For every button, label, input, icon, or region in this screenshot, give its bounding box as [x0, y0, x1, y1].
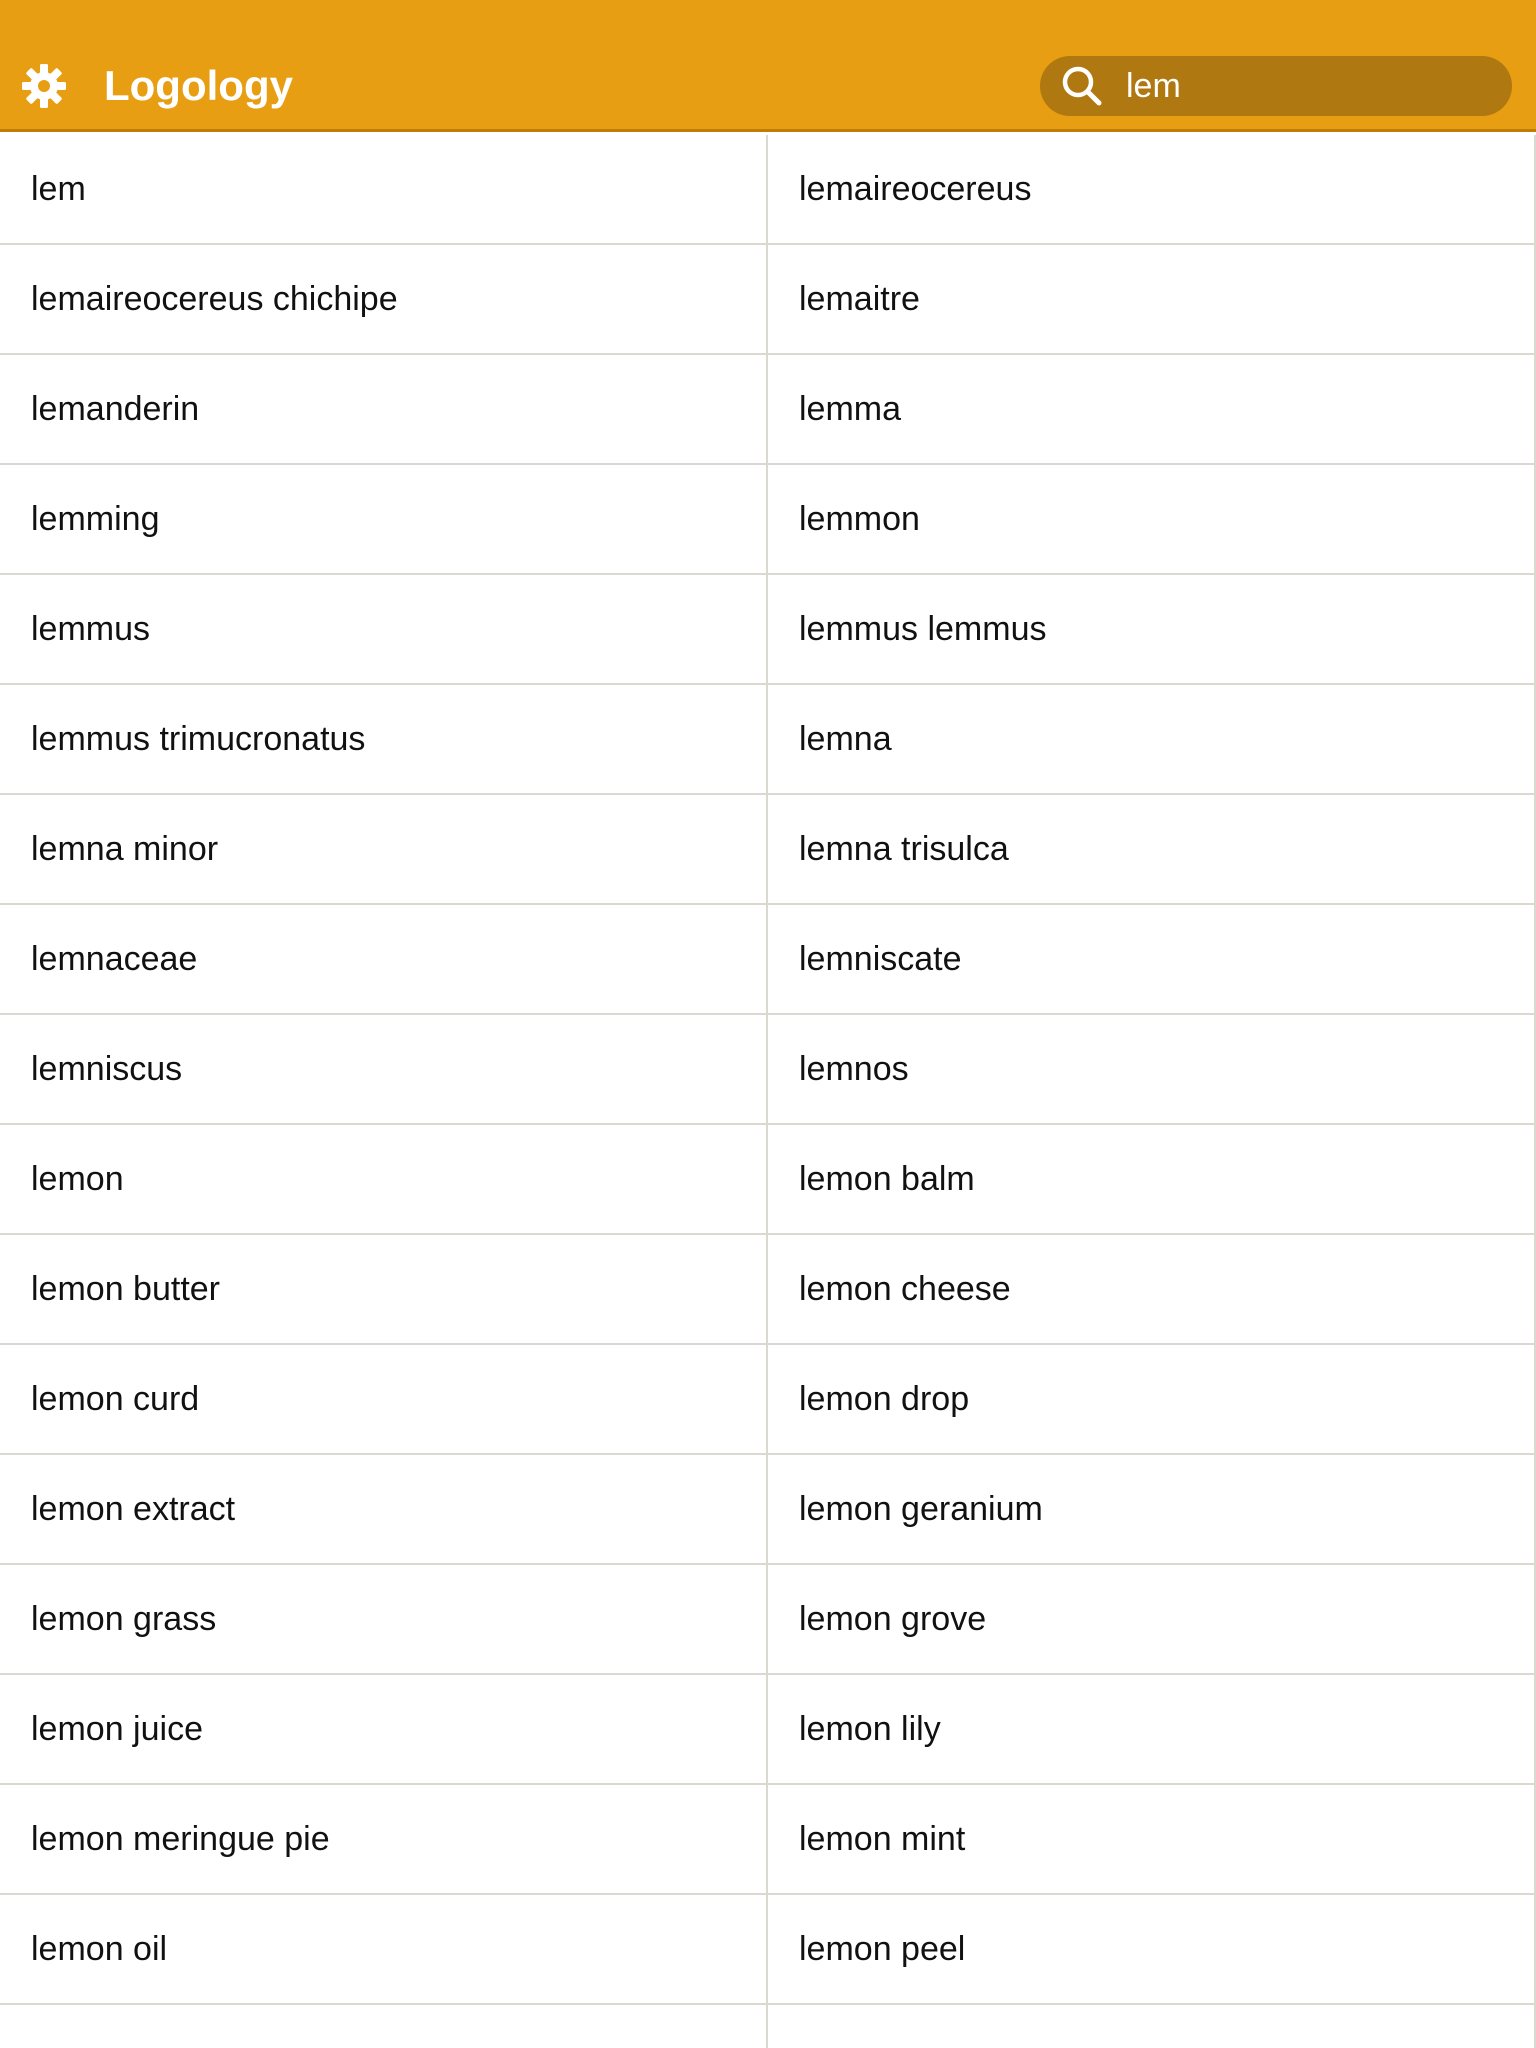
search-icon	[1060, 64, 1104, 108]
result-item[interactable]: lemmus lemmus	[768, 575, 1536, 685]
result-item[interactable]: lemmus	[0, 575, 768, 685]
result-item[interactable]: lemon oil	[0, 1895, 768, 2005]
result-item[interactable]: lemanderin	[0, 355, 768, 465]
app-header: Logology	[0, 0, 1536, 132]
result-item[interactable]: lemniscus	[0, 1015, 768, 1125]
result-item[interactable]: lem	[0, 135, 768, 245]
result-item[interactable]: lemon peel	[768, 1895, 1536, 2005]
app-title: Logology	[104, 62, 293, 109]
result-item[interactable]: lemon butter	[0, 1235, 768, 1345]
result-item[interactable]: lemma	[768, 355, 1536, 465]
result-item[interactable]: lemon curd	[0, 1345, 768, 1455]
result-item[interactable]: lemon grass	[0, 1565, 768, 1675]
result-item[interactable]: lemmus trimucronatus	[0, 685, 768, 795]
result-item[interactable]: lemon	[0, 1125, 768, 1235]
gear-icon[interactable]	[20, 62, 68, 110]
result-item[interactable]: lemna trisulca	[768, 795, 1536, 905]
result-item[interactable]: lemon geranium	[768, 1455, 1536, 1565]
results-list: lem lemaireocereus lemaireocereus chichipe…	[0, 135, 1536, 2048]
result-item[interactable]: lemnos	[768, 1015, 1536, 1125]
result-item[interactable]: lemaireocereus	[768, 135, 1536, 245]
result-item[interactable]: lemon balm	[768, 1125, 1536, 1235]
result-item[interactable]: lemon extract	[0, 1455, 768, 1565]
search-input[interactable]	[1126, 56, 1496, 116]
result-item[interactable]: lemon lily	[768, 1675, 1536, 1785]
result-item[interactable]: lemming	[0, 465, 768, 575]
result-item[interactable]: lemaireocereus chichipe	[0, 245, 768, 355]
result-item[interactable]: lemnaceae	[0, 905, 768, 1015]
result-item[interactable]: lemaitre	[768, 245, 1536, 355]
result-item[interactable]: lemna	[768, 685, 1536, 795]
search-bar[interactable]	[1040, 56, 1512, 116]
result-item[interactable]: lemna minor	[0, 795, 768, 905]
result-item[interactable]	[768, 2005, 1536, 2048]
result-item[interactable]: lemon grove	[768, 1565, 1536, 1675]
result-item[interactable]: lemon cheese	[768, 1235, 1536, 1345]
result-item[interactable]: lemniscate	[768, 905, 1536, 1015]
result-item[interactable]: lemon mint	[768, 1785, 1536, 1895]
result-item[interactable]: lemmon	[768, 465, 1536, 575]
result-item[interactable]: lemon drop	[768, 1345, 1536, 1455]
result-item[interactable]: lemon juice	[0, 1675, 768, 1785]
result-item[interactable]	[0, 2005, 768, 2048]
result-item[interactable]: lemon meringue pie	[0, 1785, 768, 1895]
